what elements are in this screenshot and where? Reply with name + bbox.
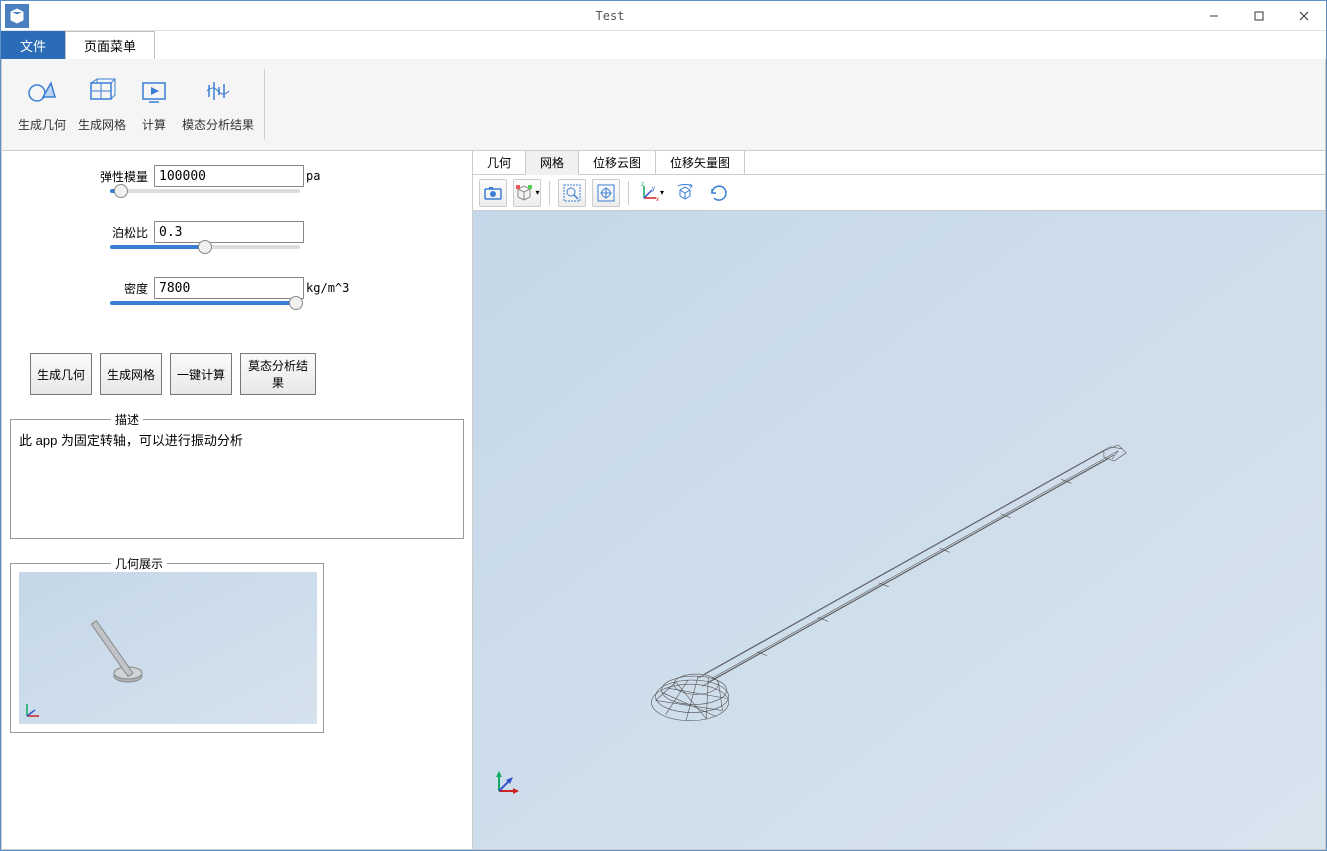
gen-mesh-button[interactable]: 生成网格 xyxy=(100,353,162,395)
tab-geometry[interactable]: 几何 xyxy=(473,151,526,174)
poisson-slider[interactable] xyxy=(110,245,300,249)
geometry-preview-model xyxy=(68,588,268,708)
elastic-modulus-unit: pa xyxy=(306,169,320,183)
tab-mesh[interactable]: 网格 xyxy=(526,151,579,175)
ribbon-separator xyxy=(264,69,265,140)
camera-icon xyxy=(483,183,503,203)
axis-icon: z xy xyxy=(638,182,660,204)
close-icon xyxy=(1298,10,1310,22)
description-legend: 描述 xyxy=(111,411,143,428)
menu-tabs: 文件 页面菜单 xyxy=(1,31,1326,59)
zoom-extents-button[interactable] xyxy=(592,179,620,207)
geometry-icon xyxy=(26,76,58,108)
description-fieldset: 描述 此 app 为固定转轴，可以进行振动分析 xyxy=(10,419,464,539)
density-slider[interactable] xyxy=(110,301,300,305)
tab-file[interactable]: 文件 xyxy=(1,31,65,59)
description-text: 此 app 为固定转轴，可以进行振动分析 xyxy=(11,420,463,538)
density-unit: kg/m^3 xyxy=(306,281,349,295)
ribbon-compute-label: 计算 xyxy=(142,116,166,133)
gen-geometry-button[interactable]: 生成几何 xyxy=(30,353,92,395)
titlebar: Test xyxy=(1,1,1326,31)
viewport[interactable] xyxy=(473,211,1325,849)
reset-icon xyxy=(708,182,730,204)
preview-legend: 几何展示 xyxy=(111,555,167,572)
ribbon-compute[interactable]: 计算 xyxy=(132,63,176,146)
geometry-preview[interactable] xyxy=(19,572,317,724)
poisson-input[interactable] xyxy=(154,221,304,243)
maximize-icon xyxy=(1253,10,1265,22)
zoom-box-icon xyxy=(562,183,582,203)
ribbon-gen-geometry[interactable]: 生成几何 xyxy=(12,63,72,146)
right-panel: 几何 网格 位移云图 位移矢量图 ▾ xyxy=(472,151,1325,849)
snapshot-button[interactable] xyxy=(479,179,507,207)
zoom-box-button[interactable] xyxy=(558,179,586,207)
minimize-icon xyxy=(1208,10,1220,22)
ribbon-gen-geometry-label: 生成几何 xyxy=(18,116,66,133)
mesh-icon xyxy=(86,76,118,108)
elastic-modulus-label: 弹性模量 xyxy=(100,168,148,185)
ribbon: 生成几何 生成网格 计算 模态分析结果 xyxy=(1,59,1326,151)
svg-text:z: z xyxy=(641,182,644,188)
tab-page-menu[interactable]: 页面菜单 xyxy=(65,31,155,59)
render-mode-button[interactable]: ▾ xyxy=(513,179,541,207)
svg-text:y: y xyxy=(652,186,655,192)
reset-view-button[interactable] xyxy=(705,179,733,207)
ribbon-gen-mesh-label: 生成网格 xyxy=(78,116,126,133)
close-button[interactable] xyxy=(1281,1,1326,31)
preview-axis-icon xyxy=(23,702,41,720)
svg-text:x: x xyxy=(656,197,659,203)
one-click-calc-button[interactable]: 一键计算 xyxy=(170,353,232,395)
left-panel: 弹性模量 pa 泊松比 xyxy=(2,151,472,849)
minimize-button[interactable] xyxy=(1191,1,1236,31)
toolbar-separator xyxy=(628,181,629,205)
app-icon xyxy=(5,4,29,28)
poisson-label: 泊松比 xyxy=(112,224,148,241)
view-toolbar: ▾ zxy ▾ xyxy=(473,175,1325,211)
density-input[interactable] xyxy=(154,277,304,299)
rotate-cube-icon xyxy=(674,182,696,204)
view-tabs: 几何 网格 位移云图 位移矢量图 xyxy=(473,151,1325,175)
ribbon-modal-results-label: 模态分析结果 xyxy=(182,116,254,133)
modal-results-icon xyxy=(202,76,234,108)
preview-fieldset: 几何展示 xyxy=(10,563,324,733)
elastic-modulus-input[interactable] xyxy=(154,165,304,187)
toolbar-separator xyxy=(549,181,550,205)
axis-orient-button[interactable]: zxy ▾ xyxy=(637,179,665,207)
viewport-axis-gizmo xyxy=(491,767,523,799)
modal-results-button[interactable]: 莫态分析结果 xyxy=(240,353,316,395)
tab-displacement-vector[interactable]: 位移矢量图 xyxy=(656,151,745,174)
elastic-modulus-slider[interactable] xyxy=(110,189,300,193)
maximize-button[interactable] xyxy=(1236,1,1281,31)
window-title: Test xyxy=(29,9,1191,23)
zoom-extents-icon xyxy=(596,183,616,203)
cube-color-icon xyxy=(514,183,534,203)
rotate-view-button[interactable] xyxy=(671,179,699,207)
tab-displacement-cloud[interactable]: 位移云图 xyxy=(579,151,656,174)
compute-icon xyxy=(138,76,170,108)
mesh-model xyxy=(473,211,1325,849)
density-label: 密度 xyxy=(124,280,148,297)
ribbon-modal-results[interactable]: 模态分析结果 xyxy=(176,63,260,146)
ribbon-gen-mesh[interactable]: 生成网格 xyxy=(72,63,132,146)
